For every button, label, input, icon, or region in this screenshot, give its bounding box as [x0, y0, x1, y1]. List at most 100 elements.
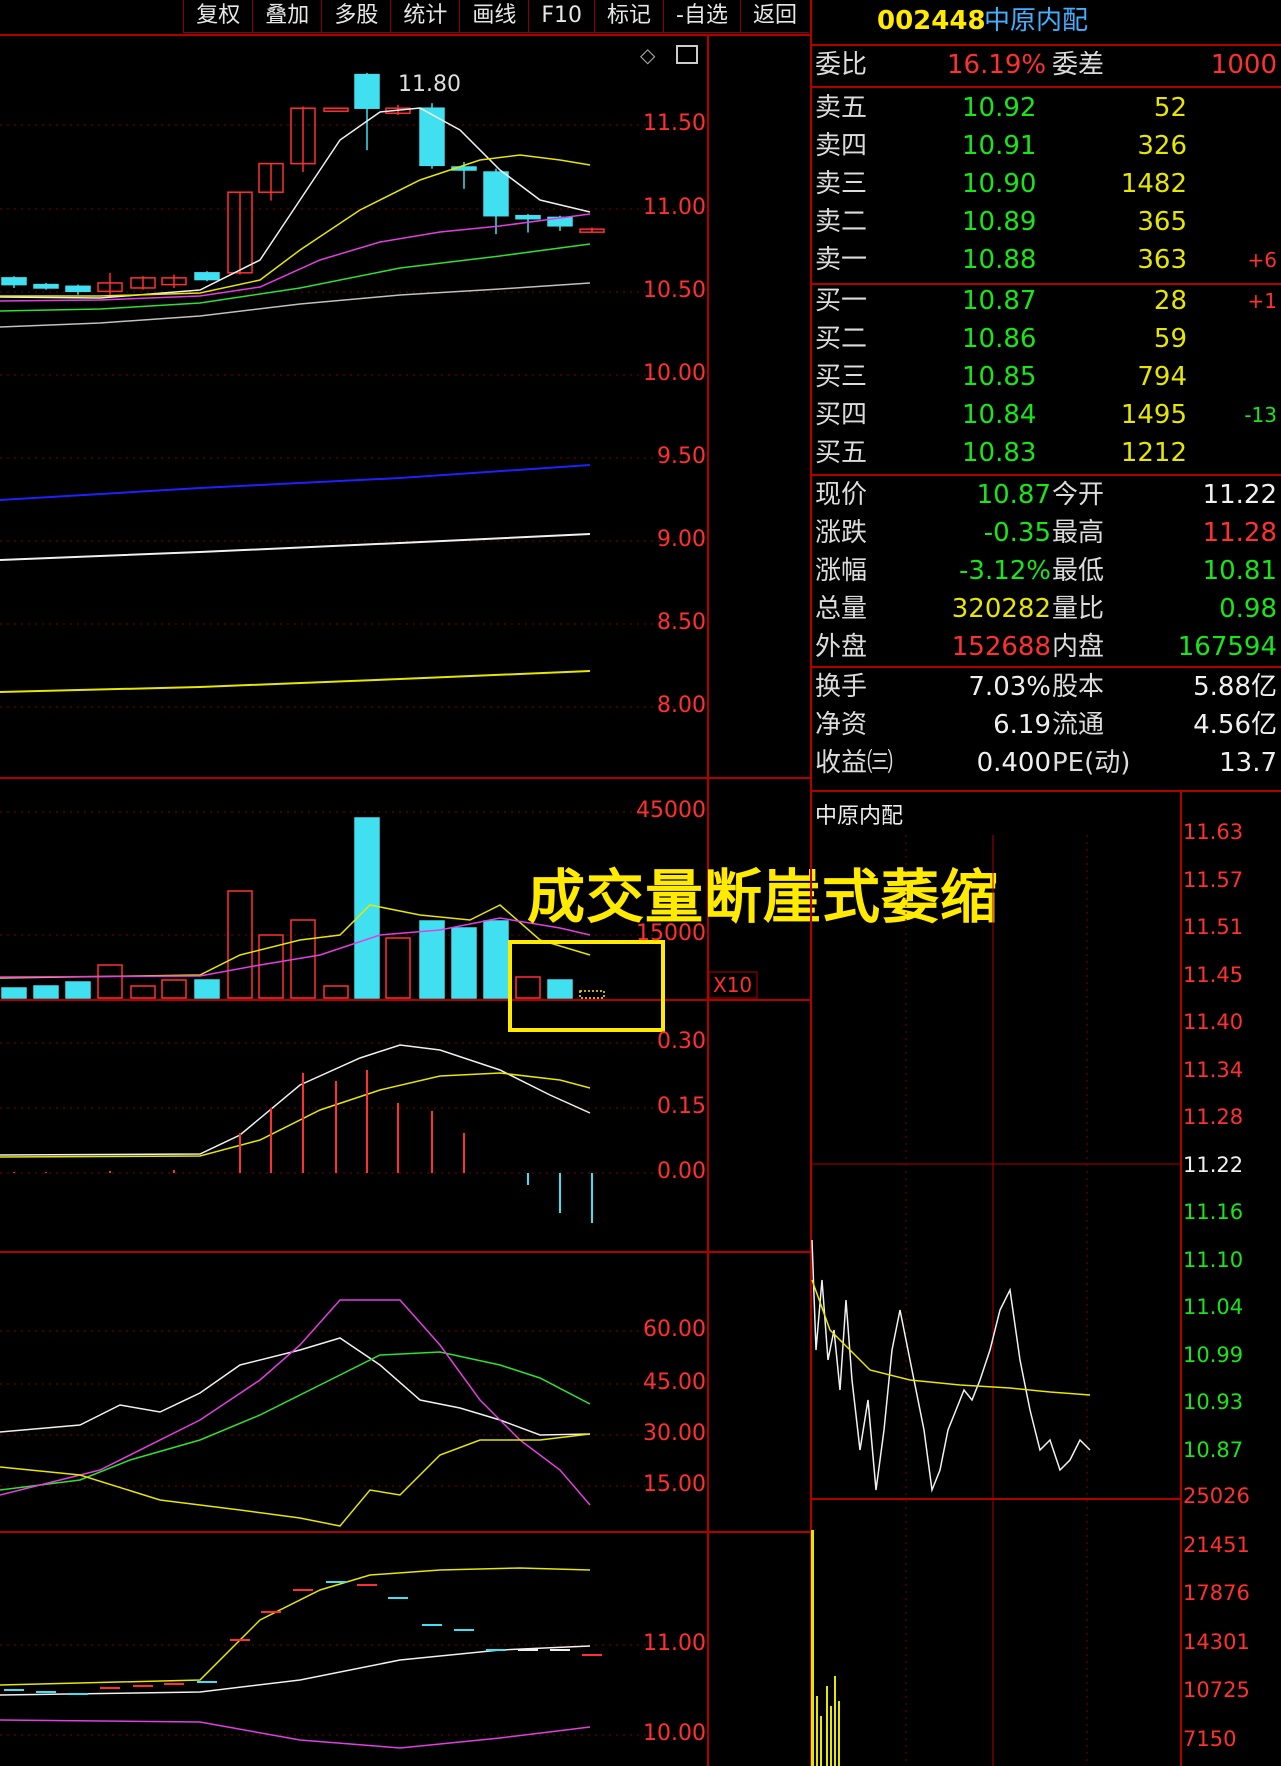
price-tick: 8.50	[657, 610, 706, 635]
intraday-price-tick: 11.16	[1183, 1200, 1244, 1224]
diamond-icon: ◇	[640, 43, 656, 67]
intraday-volume-bar	[830, 1706, 832, 1766]
price-tick: 8.00	[657, 693, 706, 718]
volume-bar	[515, 976, 541, 999]
volume-bar	[161, 979, 187, 999]
ask-row[interactable]: 卖三 10.90 1482	[812, 165, 1281, 203]
intraday-price-line	[811, 1239, 1091, 1493]
toolbar-btn-0[interactable]: 复权	[183, 0, 253, 33]
candle	[323, 107, 349, 112]
fund-row: 换手 7.03% 股本 5.88亿	[815, 672, 1277, 702]
intraday-price-tick: 11.28	[1183, 1105, 1244, 1129]
kdj-aux-line	[0, 1433, 591, 1527]
volume-bar	[419, 920, 445, 999]
dea-line	[0, 1072, 591, 1158]
fund-row: 净资 6.19 流通 4.56亿	[815, 710, 1277, 740]
intraday-price-tick: 11.63	[1183, 820, 1244, 844]
candle	[194, 272, 220, 281]
panel-toggle-icon	[676, 45, 698, 64]
price-tick: 9.00	[657, 527, 706, 552]
candle	[419, 107, 445, 167]
bottom-tick: 10.00	[643, 1721, 706, 1746]
volume-bar	[130, 985, 156, 999]
high-price-label: 11.80	[398, 72, 461, 97]
price-tick: 9.50	[657, 444, 706, 469]
macd-tick: 0.00	[657, 1159, 706, 1184]
candle	[483, 171, 509, 217]
intraday-volume-bar	[816, 1696, 818, 1766]
volume-bar	[97, 964, 123, 999]
bid-row[interactable]: 买一 10.87 28 +1	[812, 282, 1281, 320]
kdj-tick: 15.00	[643, 1472, 706, 1497]
volume-unit: X10	[713, 973, 753, 997]
intraday-volume-bar	[834, 1676, 836, 1766]
price-tick: 11.00	[643, 195, 706, 220]
price-tick: 10.50	[643, 278, 706, 303]
bid-row[interactable]: 买四 10.84 1495 -13	[812, 396, 1281, 434]
bid-row[interactable]: 买五 10.83 1212	[812, 434, 1281, 472]
kdj-tick: 30.00	[643, 1421, 706, 1446]
bottom-upper	[0, 1567, 591, 1686]
toolbar-btn-3[interactable]: 统计	[390, 0, 460, 33]
ask-row[interactable]: 卖一 10.88 363 +6	[812, 241, 1281, 279]
intraday-price-tick: 11.04	[1183, 1295, 1244, 1319]
stat-row: 外盘 152688 内盘 167594	[815, 632, 1277, 662]
volume-tick: 45000	[636, 798, 706, 823]
toolbar-btn-1[interactable]: 叠加	[252, 0, 322, 33]
macd-tick: 0.30	[657, 1029, 706, 1054]
intraday-price-tick: 11.40	[1183, 1010, 1244, 1034]
volume-bar	[483, 920, 509, 999]
toolbar-btn-4[interactable]: 画线	[459, 0, 529, 33]
volume-bar	[194, 979, 220, 999]
bottom-lower	[0, 1719, 591, 1749]
volume-bar	[1, 987, 27, 999]
candle	[515, 214, 541, 220]
volume-bar	[547, 979, 573, 999]
toolbar-btn-2[interactable]: 多股	[321, 0, 391, 33]
price-tick: 11.50	[643, 111, 706, 136]
intraday-volume-tick: 10725	[1183, 1678, 1250, 1702]
stock-name: 中原内配	[984, 6, 1089, 36]
intraday-avg-line	[811, 1279, 1091, 1396]
toolbar-btn-6[interactable]: 标记	[594, 0, 664, 33]
candle	[33, 283, 59, 289]
ma-long-line	[0, 670, 591, 693]
intraday-price-tick: 10.87	[1183, 1437, 1244, 1462]
stat-row: 涨跌 -0.35 最高 11.28	[815, 518, 1277, 548]
bottom-tick: 11.00	[643, 1631, 706, 1656]
intraday-volume-tick: 14301	[1183, 1629, 1250, 1654]
ask-row[interactable]: 卖四 10.91 326	[812, 127, 1281, 165]
bid-row[interactable]: 买三 10.85 794	[812, 358, 1281, 396]
bid-row[interactable]: 买二 10.86 59	[812, 320, 1281, 358]
intraday-volume-tick: 7150	[1183, 1726, 1237, 1751]
toolbar-btn-8[interactable]: 返回	[739, 0, 809, 33]
intraday-price-tick: 10.99	[1183, 1342, 1244, 1367]
intraday-volume-bar	[826, 1686, 828, 1766]
ma250-line	[0, 533, 591, 561]
dif-line	[0, 1044, 591, 1156]
stock-code: 002448	[877, 6, 986, 36]
intraday-volume-tick: 21451	[1183, 1532, 1250, 1557]
ma120-line	[0, 464, 591, 501]
intraday-volume-bar	[838, 1701, 840, 1766]
intraday-price-tick: 11.34	[1183, 1057, 1244, 1082]
volume-highlight-box	[508, 940, 665, 1032]
candle	[354, 73, 380, 109]
volume-bar	[451, 927, 477, 999]
intraday-price-tick: 11.51	[1183, 915, 1244, 939]
volume-bar	[579, 990, 605, 999]
volume-bar	[65, 981, 91, 999]
kdj-tick: 45.00	[643, 1370, 706, 1395]
toolbar-btn-7[interactable]: -自选	[663, 0, 740, 33]
candle	[65, 285, 91, 293]
toolbar-btn-5[interactable]: F10	[528, 0, 595, 33]
stock-header: 002448 中原内配	[812, 0, 1281, 42]
macd-tick: 0.15	[657, 1094, 706, 1119]
ask-row[interactable]: 卖二 10.89 365	[812, 203, 1281, 241]
kdj-tick: 60.00	[643, 1317, 706, 1342]
stat-row: 总量 320282 量比 0.98	[815, 594, 1277, 624]
bottom-mid	[0, 1645, 591, 1696]
stat-row: 涨幅 -3.12% 最低 10.81	[815, 556, 1277, 586]
intraday-volume-bar	[811, 1530, 814, 1766]
ask-row[interactable]: 卖五 10.92 52	[812, 89, 1281, 127]
